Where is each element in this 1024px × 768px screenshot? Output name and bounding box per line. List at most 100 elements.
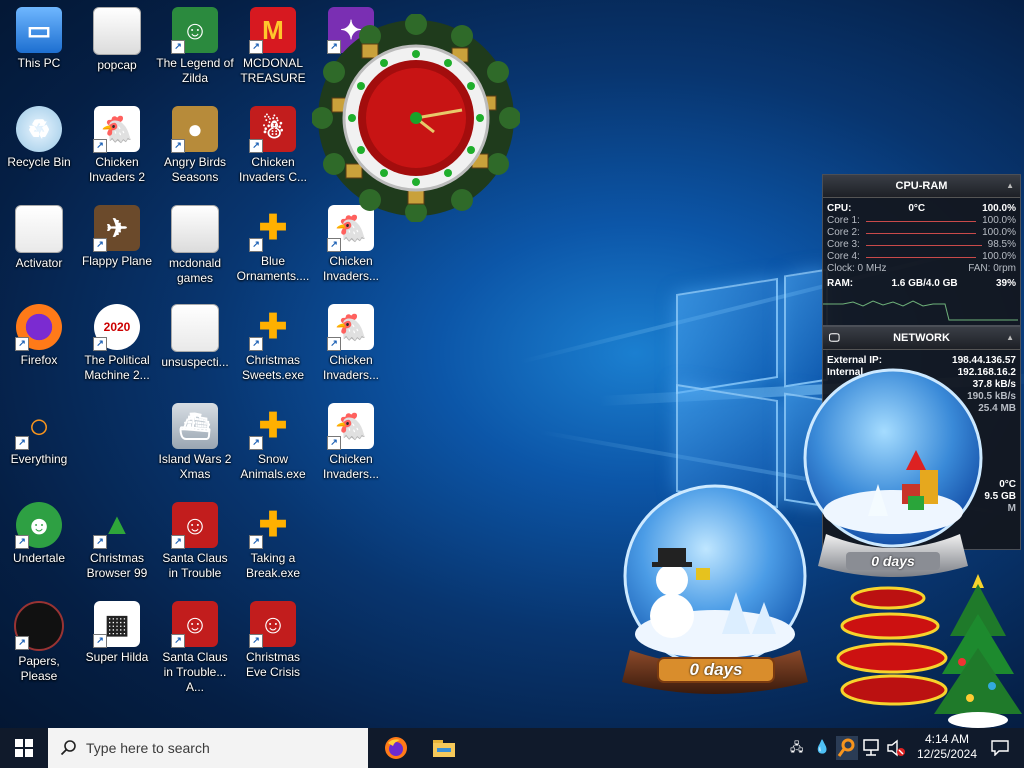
shortcut-arrow-icon: ↗: [15, 535, 29, 549]
christmas-tree-icon: [836, 574, 1022, 728]
santa-icon: ☺ ↗: [171, 502, 218, 549]
desktop-icon[interactable]: ☺ ↗ Christmas Eve Crisis: [234, 596, 312, 694]
desktop-icon[interactable]: ↗ Papers, Please: [0, 596, 78, 694]
collapse-caret-icon[interactable]: ▲: [1006, 327, 1014, 349]
desktop-icon-label: Chicken Invaders 2: [88, 155, 146, 184]
desktop-icon-label: Everything: [10, 452, 68, 466]
desktop-icon[interactable]: ⛴ Island Wars 2 Xmas: [156, 398, 234, 496]
desktop-icon[interactable]: ☺ ↗ Santa Claus in Trouble: [156, 497, 234, 595]
desktop-icon-label: Christmas Eve Crisis: [245, 650, 300, 679]
desktop-icon-label: Christmas Browser 99: [86, 551, 148, 580]
desktop-icon[interactable]: ✚ ↗ Taking a Break.exe: [234, 497, 312, 595]
shortcut-arrow-icon: ↗: [249, 40, 263, 54]
desktop-icon[interactable]: ▭ This PC: [0, 2, 78, 100]
desktop-icon-label: Chicken Invaders...: [322, 353, 380, 382]
desktop-icon[interactable]: 🐔 ↗ Chicken Invaders...: [312, 299, 390, 397]
cpu-temp: 0°C: [908, 203, 926, 214]
shortcut-arrow-icon: ↗: [327, 238, 341, 252]
desktop-icon-label: popcap: [97, 58, 137, 72]
snowglobe-left[interactable]: 0 days: [612, 484, 818, 704]
puzzle-exe-icon: ✚ ↗: [249, 205, 296, 252]
chicken-invaders-icon: 🐔 ↗: [327, 304, 374, 351]
desktop-icon[interactable]: M ↗ MCDONAL TREASURE: [234, 2, 312, 100]
taskbar-firefox[interactable]: [372, 728, 420, 768]
desktop-icon[interactable]: ✚ ↗ Christmas Sweets.exe: [234, 299, 312, 397]
search-icon: [60, 740, 76, 756]
desktop-icon-label: Blue Ornaments....: [236, 254, 310, 283]
shortcut-arrow-icon: ↗: [249, 238, 263, 252]
political-badge-text: 2020: [103, 320, 131, 334]
network-title: 🖵 NETWORK ▲: [823, 327, 1020, 350]
snowglobe-left-days: 0 days: [689, 660, 743, 679]
desktop-icon[interactable]: 🐔 ↗ Chicken Invaders 2: [78, 101, 156, 199]
desktop-icon-label: Snow Animals.exe: [240, 452, 306, 481]
christmas-tree-icon: ▲ ↗: [93, 502, 140, 549]
desktop-icon[interactable]: unsuspecti...: [156, 299, 234, 397]
desktop-icon[interactable]: 🐔 ↗ Chicken Invaders...: [312, 398, 390, 496]
taskbar-file-explorer[interactable]: [420, 728, 468, 768]
christmas-wreath-clock[interactable]: [311, 13, 521, 223]
action-center-button[interactable]: [984, 728, 1016, 768]
cpu-core-row: Core 1: 100.0%: [823, 215, 1020, 227]
tray-network-icon[interactable]: [862, 738, 880, 758]
chicken-invaders-icon: 🐔 ↗: [327, 403, 374, 450]
desktop-icon[interactable]: ▦ ↗ Super Hilda: [78, 596, 156, 694]
desktop-icon[interactable]: ↗ Firefox: [0, 299, 78, 397]
shortcut-arrow-icon: ↗: [249, 634, 263, 648]
undertale-icon: ☻ ↗: [15, 502, 62, 549]
santa-icon: ☺ ↗: [171, 601, 218, 648]
ram-usage: 1.6 GB/4.0 GB: [891, 278, 958, 289]
tray-search-everything-icon[interactable]: [836, 736, 858, 760]
desktop-icon[interactable]: popcap: [78, 2, 156, 100]
desktop-icon-label: The Legend of Zilda: [156, 56, 234, 85]
desktop-icon-label: mcdonald games: [168, 256, 222, 285]
desktop-icon-label: unsuspecti...: [161, 355, 229, 369]
desktop-icon[interactable]: mcdonald games: [156, 200, 234, 298]
cpu-ram-gadget[interactable]: CPU-RAM ▲ CPU: 0°C 100.0% Core 1: 100.0% Co…: [822, 174, 1021, 326]
desktop-icon[interactable]: 2020 ↗ The Political Machine 2...: [78, 299, 156, 397]
core-percent: 100.0%: [982, 215, 1016, 226]
desktop-icon[interactable]: ✚ ↗ Blue Ornaments....: [234, 200, 312, 298]
desktop-icon-label: Chicken Invaders...: [322, 254, 380, 283]
shortcut-arrow-icon: ↗: [93, 634, 107, 648]
desktop-icon[interactable]: ● ↗ Angry Birds Seasons: [156, 101, 234, 199]
partial-temp: 0°C: [999, 479, 1016, 490]
taskbar-clock[interactable]: 4:14 AM 12/25/2024: [912, 728, 982, 768]
cpu-core-row: Core 3: 98.5%: [823, 239, 1020, 251]
shortcut-arrow-icon: ↗: [93, 139, 107, 153]
desktop-icon[interactable]: ▲ ↗ Christmas Browser 99: [78, 497, 156, 595]
desktop-icon-label: Papers, Please: [18, 654, 60, 683]
collapse-caret-icon[interactable]: ▲: [1006, 175, 1014, 197]
desktop-icon-label: Firefox: [20, 353, 58, 367]
taskbar-search-box[interactable]: Type here to search: [48, 728, 368, 768]
fan-speed: FAN: 0rpm: [968, 263, 1016, 274]
desktop-icon-label: Chicken Invaders...: [322, 452, 380, 481]
desktop-icon[interactable]: ☻ ↗ Undertale: [0, 497, 78, 595]
desktop-icon[interactable]: ○ ↗ Everything: [0, 398, 78, 496]
desktop-icon[interactable]: ✚ ↗ Snow Animals.exe: [234, 398, 312, 496]
snowglobe-right[interactable]: 0 days: [796, 366, 990, 588]
puzzle-exe-icon: ✚ ↗: [249, 403, 296, 450]
desktop-icon[interactable]: Activator: [0, 200, 78, 298]
desktop-icon-label: Recycle Bin: [7, 155, 71, 169]
desktop-icon-label: Flappy Plane: [81, 254, 153, 268]
desktop-icon-label: MCDONAL TREASURE: [240, 56, 306, 85]
partial-unit: M: [1007, 503, 1016, 514]
desktop-icon-label: Chicken Invaders C...: [238, 155, 308, 184]
desktop-icon[interactable]: ☃ ↗ Chicken Invaders C...: [234, 101, 312, 199]
notification-icon: [991, 740, 1009, 756]
desktop[interactable]: ▭ This PC popcap ☺ ↗ The Legend of Zilda M ↗ MCD…: [0, 0, 1024, 728]
desktop-icon[interactable]: ☺ ↗ Santa Claus in Trouble... A...: [156, 596, 234, 694]
desktop-icon[interactable]: ☺ ↗ The Legend of Zilda: [156, 2, 234, 100]
desktop-icon-label: Santa Claus in Trouble... A...: [162, 650, 228, 694]
tray-drop-icon[interactable]: 💧: [814, 739, 830, 757]
tray-network-warning-icon[interactable]: 🖧: [790, 738, 808, 758]
tray-volume-muted-icon[interactable]: [886, 738, 906, 758]
desktop-icon-label: Santa Claus in Trouble: [162, 551, 228, 580]
firefox-icon: ↗: [15, 304, 62, 351]
core-label: Core 3:: [827, 239, 860, 250]
start-button[interactable]: [0, 728, 48, 768]
desktop-icon[interactable]: ♻ Recycle Bin: [0, 101, 78, 199]
desktop-icon[interactable]: ✈ ↗ Flappy Plane: [78, 200, 156, 298]
santa-icon: ☺ ↗: [249, 601, 296, 648]
